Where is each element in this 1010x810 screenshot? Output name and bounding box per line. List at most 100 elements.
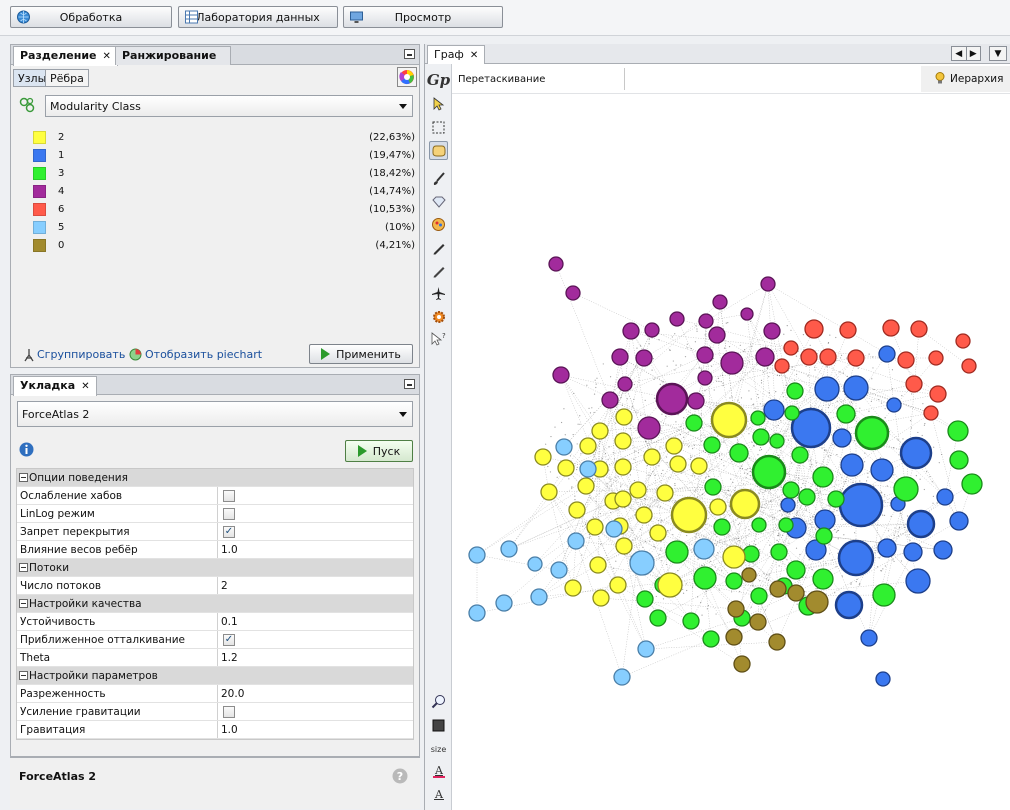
graph-node[interactable] bbox=[812, 568, 834, 590]
graph-node[interactable] bbox=[815, 527, 833, 545]
graph-node[interactable] bbox=[729, 488, 761, 520]
pointer-help-icon[interactable]: ? bbox=[429, 330, 448, 349]
graph-node[interactable] bbox=[643, 448, 661, 466]
background-color-icon[interactable] bbox=[429, 716, 448, 735]
collapse-icon[interactable] bbox=[19, 599, 28, 608]
hierarchy-toggle[interactable]: Иерархия bbox=[921, 66, 1010, 92]
info-icon[interactable] bbox=[19, 442, 34, 457]
graph-node[interactable] bbox=[567, 532, 585, 550]
graph-node[interactable] bbox=[839, 321, 857, 339]
pencil-icon[interactable] bbox=[429, 238, 448, 257]
legend-item[interactable]: 0 (4,21%) bbox=[33, 237, 415, 253]
graph-node[interactable] bbox=[840, 453, 864, 477]
legend-item[interactable]: 4 (14,74%) bbox=[33, 183, 415, 199]
graph-node[interactable] bbox=[961, 473, 983, 495]
graph-node[interactable] bbox=[814, 376, 840, 402]
graph-node[interactable] bbox=[725, 628, 743, 646]
graph-node[interactable] bbox=[635, 506, 653, 524]
graph-node[interactable] bbox=[565, 285, 581, 301]
tab-ranking[interactable]: Ранжирование bbox=[115, 46, 231, 65]
graph-node[interactable] bbox=[564, 579, 582, 597]
zoom-icon[interactable] bbox=[429, 692, 448, 711]
property-checkbox[interactable]: ✓ bbox=[223, 526, 235, 538]
graph-node[interactable] bbox=[742, 545, 760, 563]
legend-swatch[interactable] bbox=[33, 149, 46, 162]
property-value[interactable] bbox=[217, 487, 413, 504]
graph-node[interactable] bbox=[814, 509, 836, 531]
graph-node[interactable] bbox=[649, 609, 667, 627]
workspace-tab-preview[interactable]: Просмотр bbox=[343, 6, 503, 28]
legend-item[interactable]: 1 (19,47%) bbox=[33, 147, 415, 163]
graph-node[interactable] bbox=[899, 436, 933, 470]
graph-node[interactable] bbox=[860, 629, 878, 647]
graph-node[interactable] bbox=[609, 576, 627, 594]
graph-node[interactable] bbox=[798, 488, 816, 506]
graph-node[interactable] bbox=[763, 322, 781, 340]
graph-node[interactable] bbox=[693, 538, 715, 560]
graph-node[interactable] bbox=[669, 311, 685, 327]
edge-pencil-icon[interactable] bbox=[429, 261, 448, 280]
graph-node[interactable] bbox=[657, 572, 683, 598]
graph-node[interactable] bbox=[669, 455, 687, 473]
graph-node[interactable] bbox=[589, 556, 607, 574]
graph-node[interactable] bbox=[774, 358, 790, 374]
graph-node[interactable] bbox=[877, 538, 897, 558]
graph-node[interactable] bbox=[854, 415, 890, 451]
graph-node[interactable] bbox=[696, 346, 714, 364]
graph-node[interactable] bbox=[805, 590, 829, 614]
graph-node[interactable] bbox=[555, 438, 573, 456]
graph-node[interactable] bbox=[579, 437, 597, 455]
graph-node[interactable] bbox=[910, 320, 928, 338]
graph-node[interactable] bbox=[905, 568, 931, 594]
graph-node[interactable] bbox=[617, 376, 633, 392]
graph-node[interactable] bbox=[837, 539, 875, 577]
graph-node[interactable] bbox=[752, 428, 770, 446]
run-button[interactable]: Пуск bbox=[345, 440, 413, 462]
graph-node[interactable] bbox=[827, 490, 845, 508]
tab-list-button[interactable]: ▼ bbox=[989, 46, 1007, 61]
legend-swatch[interactable] bbox=[33, 239, 46, 252]
subtab-edges[interactable]: Рёбра bbox=[45, 69, 89, 87]
property-category[interactable]: Настройки качества bbox=[17, 595, 413, 613]
graph-node[interactable] bbox=[770, 543, 788, 561]
graph-node[interactable] bbox=[500, 540, 518, 558]
graph-node[interactable] bbox=[843, 375, 869, 401]
graph-node[interactable] bbox=[791, 446, 809, 464]
graph-node[interactable] bbox=[622, 322, 640, 340]
legend-swatch[interactable] bbox=[33, 131, 46, 144]
close-icon[interactable]: ✕ bbox=[470, 50, 478, 61]
graph-node[interactable] bbox=[906, 509, 936, 539]
property-checkbox[interactable] bbox=[223, 490, 235, 502]
graph-node[interactable] bbox=[557, 459, 575, 477]
graph-node[interactable] bbox=[834, 590, 864, 620]
graph-node[interactable] bbox=[832, 428, 852, 448]
tab-layout[interactable]: Укладка ✕ bbox=[13, 376, 97, 396]
property-value[interactable]: 1.0 bbox=[217, 721, 413, 738]
graph-node[interactable] bbox=[530, 588, 548, 606]
property-value[interactable] bbox=[217, 505, 413, 522]
graph-node[interactable] bbox=[644, 322, 660, 338]
graph-node[interactable] bbox=[778, 517, 794, 533]
workspace-tab-data-lab[interactable]: Лаборатория данных bbox=[178, 6, 338, 28]
graph-node[interactable] bbox=[936, 488, 954, 506]
graph-node[interactable] bbox=[552, 366, 570, 384]
property-checkbox[interactable] bbox=[223, 706, 235, 718]
graph-node[interactable] bbox=[710, 401, 748, 439]
graph-node[interactable] bbox=[586, 518, 604, 536]
graph-node[interactable] bbox=[690, 457, 708, 475]
collapse-icon[interactable] bbox=[19, 473, 28, 482]
graph-node[interactable] bbox=[615, 537, 633, 555]
partition-attribute-select[interactable]: Modularity Class bbox=[45, 95, 413, 117]
chevron-left-icon[interactable]: ◀ bbox=[952, 47, 966, 60]
graph-node[interactable] bbox=[750, 587, 768, 605]
graph-node[interactable] bbox=[665, 540, 689, 564]
graph-node[interactable] bbox=[704, 478, 722, 496]
graph-node[interactable] bbox=[961, 358, 977, 374]
graph-node[interactable] bbox=[812, 466, 834, 488]
diamond-icon[interactable] bbox=[429, 192, 448, 211]
graph-node[interactable] bbox=[591, 422, 609, 440]
graph-node[interactable] bbox=[637, 416, 661, 440]
graph-node[interactable] bbox=[635, 349, 653, 367]
graph-node[interactable] bbox=[783, 340, 799, 356]
graph-node[interactable] bbox=[784, 405, 800, 421]
